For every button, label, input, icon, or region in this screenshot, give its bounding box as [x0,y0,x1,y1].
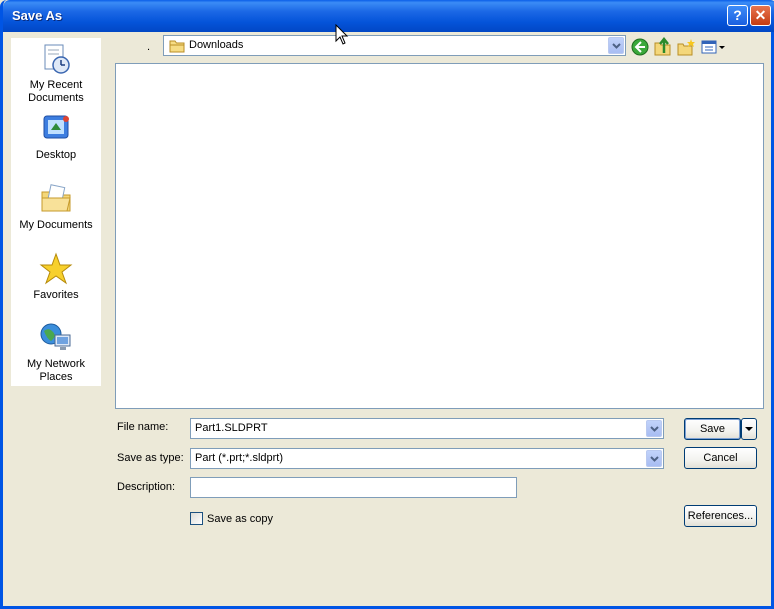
place-label: My Recent [29,79,83,91]
place-my-recent-documents[interactable]: My Recent Documents [11,42,101,105]
save-as-copy-checkbox[interactable] [190,512,203,525]
save-options-dropdown-button[interactable] [741,418,757,440]
chevron-down-icon [650,456,659,462]
save-as-type-value: Part (*.prt;*.sldprt) [195,452,284,464]
place-desktop[interactable]: Desktop [11,112,101,162]
save-as-type-dropdown-button[interactable] [646,450,662,467]
place-label: My Network [26,358,86,370]
chevron-down-icon [612,43,621,49]
file-name-label: File name: [117,421,169,433]
file-list-view[interactable] [115,63,764,409]
look-in-dropdown-button[interactable] [608,37,624,54]
description-label: Description: [117,481,176,493]
folder-icon [169,40,185,53]
place-label: Places [39,371,73,383]
cancel-button[interactable]: Cancel [684,447,757,469]
place-label: Desktop [35,149,77,161]
new-folder-icon[interactable] [676,37,696,57]
title-bar[interactable]: Save As ? ✕ [3,0,774,32]
look-in-dropdown[interactable]: Downloads [163,35,626,56]
save-as-type-label: Save as type: [117,452,184,464]
views-menu-icon[interactable] [700,37,726,57]
file-name-value: Part1.SLDPRT [195,422,268,434]
help-button[interactable]: ? [727,5,748,26]
place-label: Documents [28,92,84,104]
chevron-down-icon [745,427,753,431]
favorites-star-icon [39,252,73,285]
save-as-copy-label[interactable]: Save as copy [207,513,273,525]
my-documents-icon [41,184,71,212]
place-label: My Documents [19,219,93,231]
recent-documents-icon [44,44,70,74]
look-in-label: . [147,41,151,53]
file-name-field[interactable]: Part1.SLDPRT [190,418,664,439]
save-button[interactable]: Save [684,418,741,440]
chevron-down-icon [650,426,659,432]
mouse-cursor-icon [335,24,349,45]
network-places-icon [40,323,71,350]
close-button[interactable]: ✕ [750,5,771,26]
description-input[interactable] [190,477,517,498]
save-as-type-dropdown[interactable]: Part (*.prt;*.sldprt) [190,448,664,469]
place-my-documents[interactable]: My Documents [11,182,101,232]
up-folder-icon[interactable] [653,37,673,57]
place-favorites[interactable]: Favorites [11,252,101,302]
window-title: Save As [12,8,63,23]
file-name-dropdown-button[interactable] [646,420,662,437]
look-in-value: Downloads [189,39,244,51]
back-icon[interactable] [630,37,650,57]
desktop-icon [43,115,69,139]
references-button[interactable]: References... [684,505,757,527]
places-bar: My Recent Documents Desktop My Documents… [11,38,101,386]
place-label: Favorites [33,289,79,301]
place-my-network-places[interactable]: My Network Places [11,321,101,384]
